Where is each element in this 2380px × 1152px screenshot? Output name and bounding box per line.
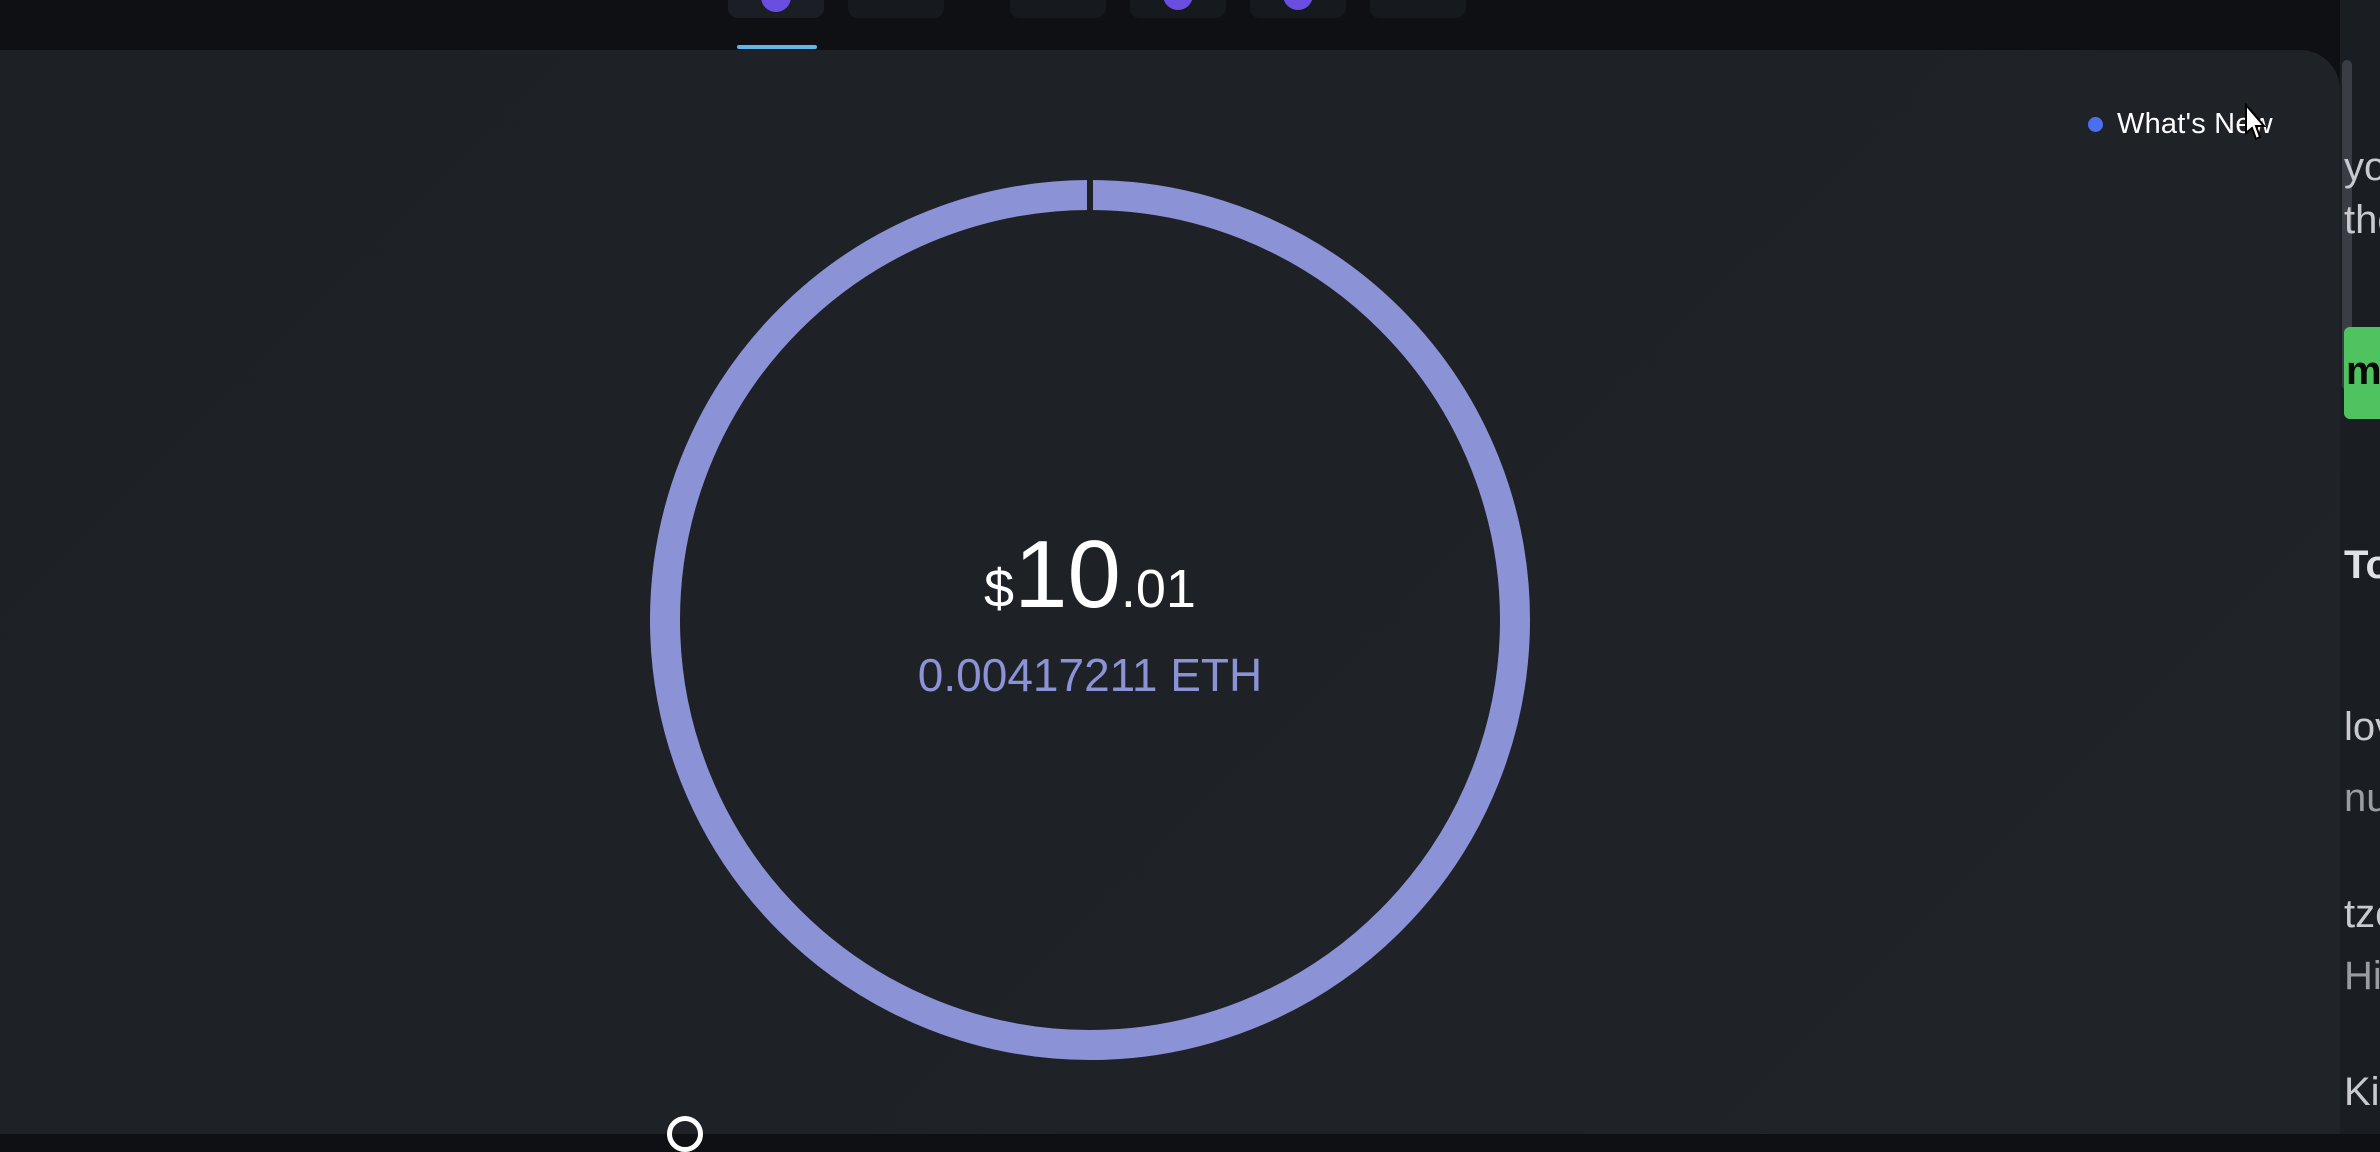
- top-tab-bar: [0, 0, 2340, 50]
- ethereum-icon: [1163, 0, 1193, 10]
- green-button[interactable]: m: [2344, 327, 2380, 419]
- text-fragment: lov: [2344, 705, 2380, 749]
- tab-6[interactable]: [1370, 0, 1466, 18]
- notification-dot-icon: [2088, 116, 2103, 132]
- right-side-panel: yo the m To lov nu tze Hi Ki: [2340, 0, 2380, 1134]
- partial-icon: [667, 1116, 703, 1152]
- ethereum-icon: [1283, 0, 1313, 10]
- tab-1[interactable]: [728, 0, 824, 18]
- active-tab-indicator: [737, 45, 817, 49]
- crypto-balance: 0.00417211 ETH: [917, 649, 1263, 701]
- text-fragment: tze: [2344, 892, 2380, 936]
- text-fragment: yo: [2344, 145, 2380, 189]
- tab-5[interactable]: [1250, 0, 1346, 18]
- balance-integer: 10: [1014, 521, 1121, 628]
- text-fragment: Ki: [2344, 1070, 2380, 1114]
- tab-4[interactable]: [1130, 0, 1226, 18]
- green-button-label: m: [2346, 349, 2380, 393]
- tab-3[interactable]: [1010, 0, 1106, 18]
- mouse-cursor-icon: [2245, 103, 2267, 141]
- text-fragment: the: [2344, 198, 2380, 242]
- wallet-icon: [761, 0, 791, 12]
- fiat-balance: $10.01: [640, 520, 1540, 630]
- text-fragment: nu: [2344, 776, 2380, 820]
- text-fragment: Hi: [2344, 954, 2380, 998]
- balance-decimal: .01: [1120, 559, 1196, 619]
- ring-start-marker: [1087, 180, 1093, 212]
- text-fragment: To: [2344, 543, 2380, 587]
- currency-symbol: $: [984, 559, 1015, 619]
- tab-2[interactable]: [848, 0, 944, 18]
